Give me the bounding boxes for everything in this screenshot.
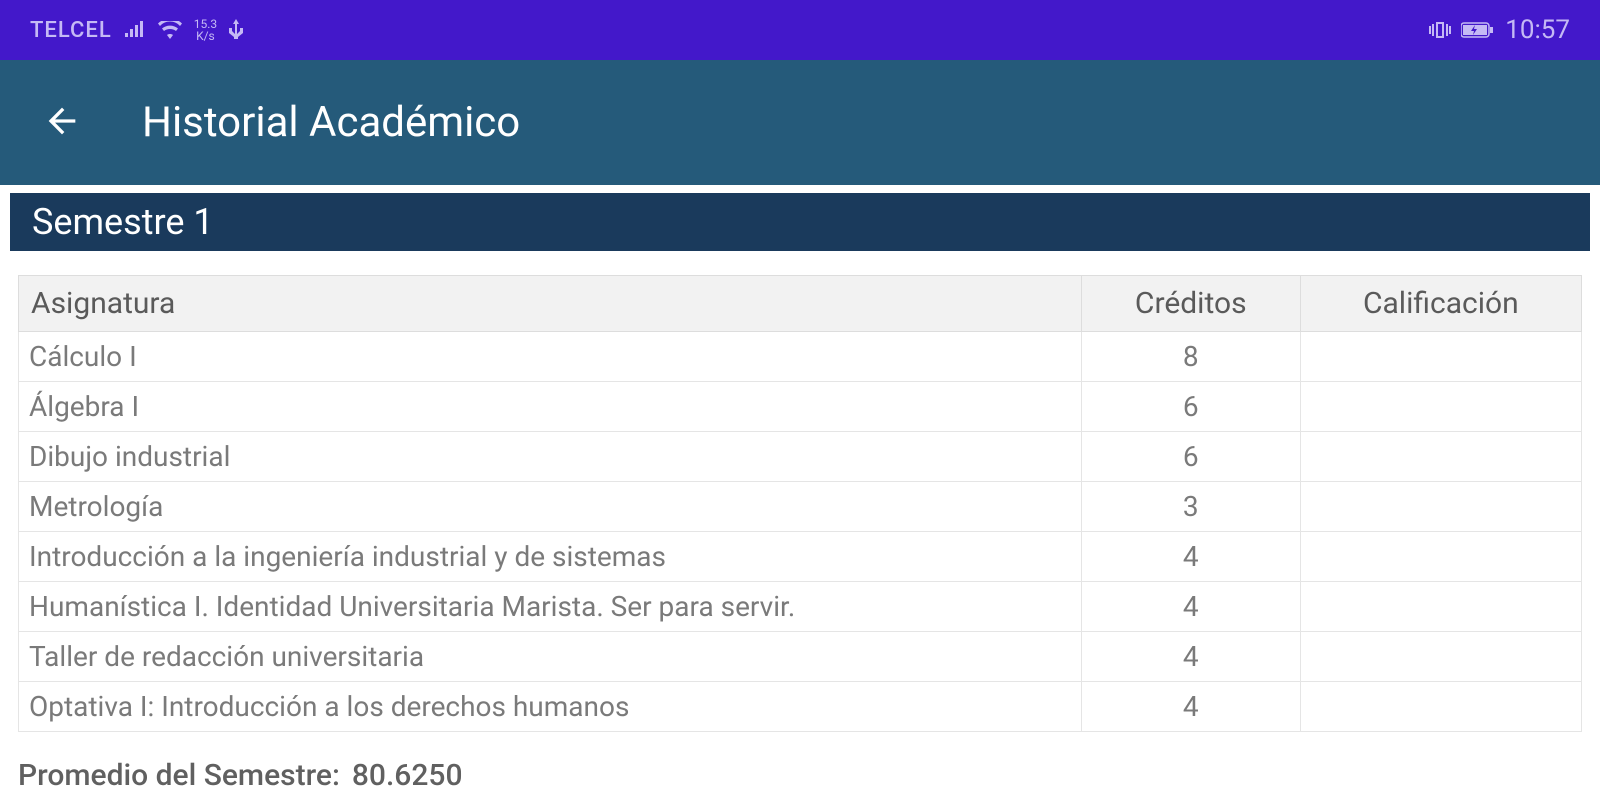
cell-grade	[1300, 632, 1581, 682]
vibrate-icon	[1429, 20, 1451, 40]
cell-credits: 4	[1081, 682, 1300, 732]
page-title: Historial Académico	[142, 98, 520, 147]
app-bar: Historial Académico	[0, 60, 1600, 185]
status-bar: TELCEL 15.3 K/s 10:57	[0, 0, 1600, 60]
cell-credits: 3	[1081, 482, 1300, 532]
cell-subject: Metrología	[19, 482, 1082, 532]
cell-grade	[1300, 432, 1581, 482]
carrier-label: TELCEL	[30, 18, 112, 43]
network-speed: 15.3 K/s	[194, 18, 217, 42]
status-right: 10:57	[1429, 15, 1570, 45]
average-label: Promedio del Semestre:	[18, 758, 340, 793]
table-header-row: Asignatura Créditos Calificación	[19, 276, 1582, 332]
status-left: TELCEL 15.3 K/s	[30, 18, 243, 43]
clock: 10:57	[1505, 15, 1570, 45]
header-grade: Calificación	[1300, 276, 1581, 332]
cell-subject: Introducción a la ingeniería industrial …	[19, 532, 1082, 582]
section-header: Semestre 1	[10, 193, 1590, 251]
cell-grade	[1300, 382, 1581, 432]
table-row: Optativa I: Introducción a los derechos …	[19, 682, 1582, 732]
cell-credits: 4	[1081, 632, 1300, 682]
header-credits: Créditos	[1081, 276, 1300, 332]
table-row: Dibujo industrial6	[19, 432, 1582, 482]
cell-grade	[1300, 482, 1581, 532]
header-subject: Asignatura	[19, 276, 1082, 332]
battery-icon	[1461, 21, 1495, 39]
cell-subject: Taller de redacción universitaria	[19, 632, 1082, 682]
back-arrow-icon[interactable]	[42, 101, 82, 145]
cell-grade	[1300, 682, 1581, 732]
cell-grade	[1300, 532, 1581, 582]
speed-unit: K/s	[196, 30, 215, 42]
signal-icon	[124, 21, 146, 39]
table-row: Introducción a la ingeniería industrial …	[19, 532, 1582, 582]
cell-grade	[1300, 582, 1581, 632]
cell-credits: 6	[1081, 432, 1300, 482]
cell-grade	[1300, 332, 1581, 382]
section-title: Semestre 1	[32, 201, 214, 243]
semester-average: Promedio del Semestre: 80.6250	[18, 758, 1582, 793]
average-value: 80.6250	[352, 758, 463, 793]
table-row: Humanística I. Identidad Universitaria M…	[19, 582, 1582, 632]
grades-table-container: Asignatura Créditos Calificación Cálculo…	[18, 275, 1582, 732]
table-row: Cálculo I8	[19, 332, 1582, 382]
table-row: Álgebra I6	[19, 382, 1582, 432]
cell-credits: 8	[1081, 332, 1300, 382]
cell-credits: 4	[1081, 582, 1300, 632]
table-row: Taller de redacción universitaria4	[19, 632, 1582, 682]
cell-credits: 4	[1081, 532, 1300, 582]
usb-icon	[229, 19, 243, 41]
cell-subject: Optativa I: Introducción a los derechos …	[19, 682, 1082, 732]
cell-credits: 6	[1081, 382, 1300, 432]
cell-subject: Humanística I. Identidad Universitaria M…	[19, 582, 1082, 632]
wifi-icon	[158, 21, 182, 39]
cell-subject: Cálculo I	[19, 332, 1082, 382]
cell-subject: Álgebra I	[19, 382, 1082, 432]
table-row: Metrología3	[19, 482, 1582, 532]
grades-table: Asignatura Créditos Calificación Cálculo…	[18, 275, 1582, 732]
cell-subject: Dibujo industrial	[19, 432, 1082, 482]
